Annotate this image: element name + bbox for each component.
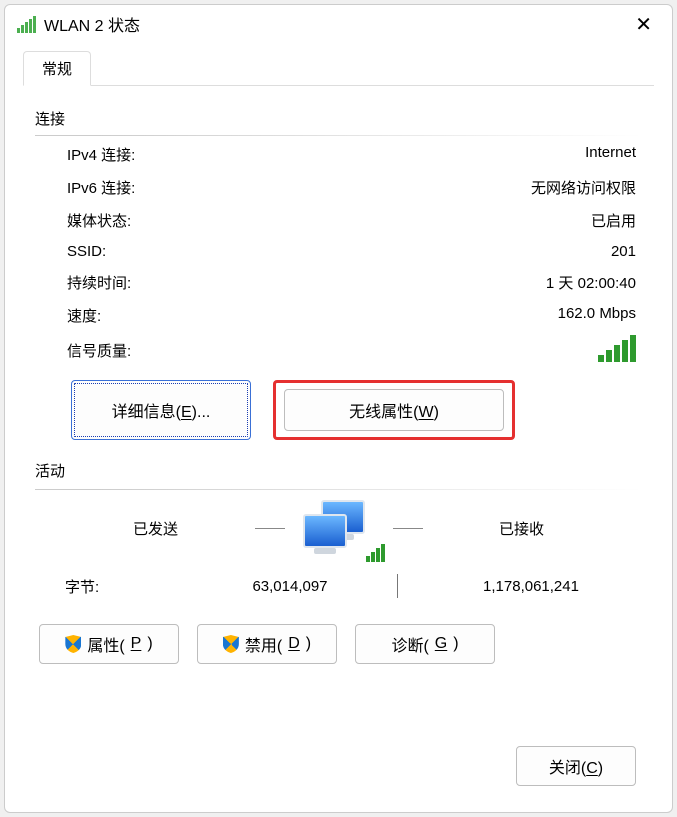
ipv6-label: IPv6 连接: [67,177,135,198]
signal-row: 信号质量: [67,338,636,362]
sent-label: 已发送 [71,518,241,539]
close-button[interactable]: 关闭(C) [516,746,636,786]
connection-buttons: 详细信息(E)... 无线属性(W) [35,380,642,440]
wireless-button-base: 无线属性( [349,404,418,421]
divider [35,135,642,136]
disable-button[interactable]: 禁用( D) [197,624,337,664]
bytes-row: 字节: 63,014,097 1,178,061,241 [65,574,642,598]
dash-left [255,528,285,529]
wireless-button-tail: ) [434,404,439,421]
bytes-sent-value: 63,014,097 [205,578,375,595]
disable-button-hotkey: D [288,635,300,653]
shield-icon [65,635,81,653]
titlebar: WLAN 2 状态 ✕ [5,5,672,43]
ipv4-value: Internet [585,144,636,165]
media-state-label: 媒体状态: [67,210,131,231]
diagnose-button-tail: ) [453,635,458,653]
close-button-base: 关闭( [549,760,586,777]
speed-row: 速度: 162.0 Mbps [67,305,636,326]
disable-button-tail: ) [306,635,311,653]
ssid-value: 201 [611,243,636,260]
duration-row: 持续时间: 1 天 02:00:40 [67,272,636,293]
diagnose-button-hotkey: G [435,635,447,653]
activity-visual: 已发送 已接收 [35,498,642,558]
diagnose-button[interactable]: 诊断( G) [355,624,495,664]
diagnose-button-base: 诊断( [391,632,428,656]
speed-label: 速度: [67,305,101,326]
properties-button-base: 属性( [87,632,124,656]
tabstrip: 常规 [23,51,654,86]
network-monitors-icon [299,498,379,558]
details-button[interactable]: 详细信息(E)... [71,380,251,440]
dialog-footer: 关闭(C) [23,738,654,800]
duration-value: 1 天 02:00:40 [546,272,636,293]
signal-bars-icon [598,338,636,362]
details-button-tail: )... [192,404,211,421]
connection-group-label: 连接 [35,108,642,129]
shield-icon [223,635,239,653]
details-button-base: 详细信息( [112,404,181,421]
media-state-row: 媒体状态: 已启用 [67,210,636,231]
tab-content-general: 连接 IPv4 连接: Internet IPv6 连接: 无网络访问权限 媒体… [23,86,654,738]
window-title: WLAN 2 状态 [44,12,625,36]
dialog-body: 常规 连接 IPv4 连接: Internet IPv6 连接: 无网络访问权限… [5,43,672,812]
properties-button[interactable]: 属性( P) [39,624,179,664]
media-state-value: 已启用 [591,210,636,231]
activity-group-label: 活动 [35,460,642,481]
speed-value: 162.0 Mbps [558,305,636,326]
wireless-button-hotkey: W [418,404,433,421]
signal-label: 信号质量: [67,340,131,361]
ipv4-row: IPv4 连接: Internet [67,144,636,165]
details-button-hotkey: E [181,404,192,421]
wireless-properties-highlight: 无线属性(W) [273,380,515,440]
wifi-signal-icon [17,16,36,33]
ipv4-label: IPv4 连接: [67,144,135,165]
activity-buttons: 属性( P) 禁用( D) 诊断( G) [39,624,642,664]
tab-general[interactable]: 常规 [23,51,91,86]
ipv6-row: IPv6 连接: 无网络访问权限 [67,177,636,198]
bytes-label: 字节: [65,576,205,597]
recv-label: 已接收 [437,518,607,539]
disable-button-base: 禁用( [245,632,282,656]
close-button-tail: ) [598,760,603,777]
properties-button-tail: ) [147,635,152,653]
divider [35,489,642,490]
duration-label: 持续时间: [67,272,131,293]
bytes-divider [397,574,398,598]
properties-button-hotkey: P [131,635,142,653]
bytes-recv-value: 1,178,061,241 [420,578,642,595]
ssid-label: SSID: [67,243,106,260]
close-icon[interactable]: ✕ [625,8,662,41]
wireless-properties-button[interactable]: 无线属性(W) [284,389,504,431]
close-button-hotkey: C [586,760,598,777]
wlan-status-window: WLAN 2 状态 ✕ 常规 连接 IPv4 连接: Internet IPv6… [4,4,673,813]
connection-fields: IPv4 连接: Internet IPv6 连接: 无网络访问权限 媒体状态:… [35,144,642,362]
activity-group: 活动 已发送 已接收 字节: 63,014,097 [35,460,642,664]
dash-right [393,528,423,529]
ipv6-value: 无网络访问权限 [531,177,636,198]
ssid-row: SSID: 201 [67,243,636,260]
